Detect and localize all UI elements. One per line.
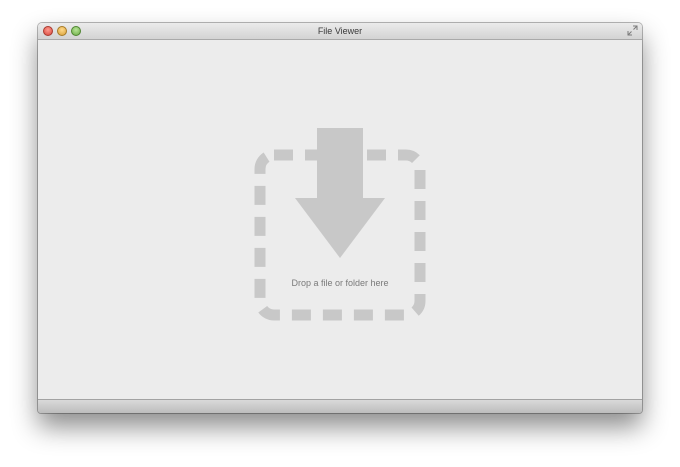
dropzone-label: Drop a file or folder here — [291, 278, 389, 288]
download-arrow-icon — [295, 128, 385, 258]
window-title: File Viewer — [317, 26, 363, 36]
status-bar — [38, 399, 642, 413]
fullscreen-arrows-icon[interactable] — [627, 25, 638, 36]
app-window: File Viewer Drop a file or folder here — [38, 23, 642, 413]
dashed-box-icon — [254, 128, 426, 321]
drop-area[interactable]: Drop a file or folder here — [38, 40, 642, 400]
dropzone[interactable]: Drop a file or folder here — [254, 128, 426, 324]
title-bar[interactable]: File Viewer — [38, 23, 642, 40]
